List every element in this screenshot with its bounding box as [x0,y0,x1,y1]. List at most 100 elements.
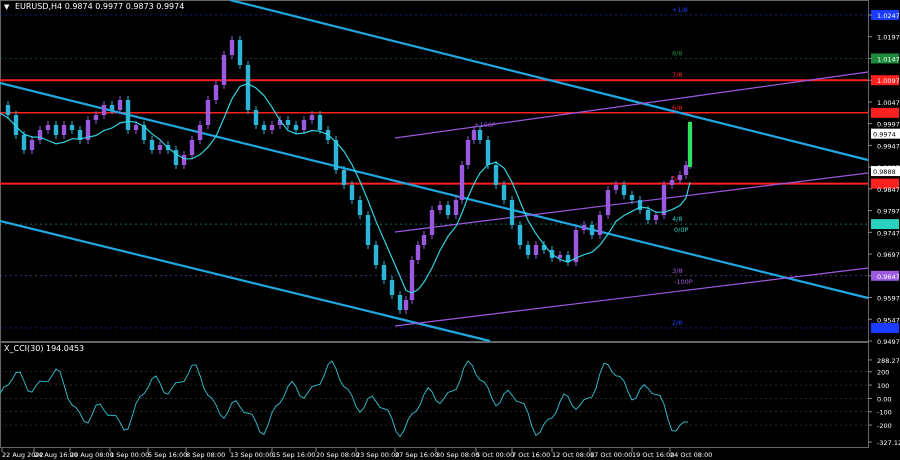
indicator-header: X_CCI(30) 194.0453 [4,344,84,353]
price-tick-label: 0.9947 [877,142,900,150]
price-tick-label: 0.9847 [877,186,900,194]
candle-body [501,185,507,200]
price-tick-label: 1.0247 [877,12,900,20]
candle-body [285,120,291,125]
candle-body [181,155,187,165]
ohlc-values: 0.9874 0.9977 0.9873 0.9974 [64,2,185,11]
candle-body [677,175,683,180]
candle-body [133,125,139,130]
time-tick-label: 1 Sep 00:00 [110,451,149,459]
candle-body [29,140,35,150]
candle-body [69,125,75,130]
channel-label: -100P [674,278,693,286]
candle-body [557,255,563,258]
candle-body [485,140,491,165]
candle-body [309,115,315,120]
candle-body [397,295,403,310]
time-tick-label: 17 Oct 00:00 [590,451,632,459]
candle-body [61,125,67,135]
candle-body [261,125,267,130]
candle-body [605,190,611,215]
candle-body [229,40,235,55]
candle-body [653,215,659,220]
dropdown-arrow-icon[interactable]: ▼ [4,3,9,11]
candle-body [21,135,27,150]
trend-lines: +100P 0/0P -100P [0,0,869,343]
candle-body [117,100,123,110]
candle-body [415,245,421,260]
price-tick-label: 1.0147 [877,55,900,63]
cci-tick-label: 0.00 [877,395,891,403]
candle-body [409,260,415,300]
candle-body [317,115,323,130]
time-tick-label: 30 Sep 08:00 [436,451,479,459]
cci-line [0,360,689,438]
candle-body [517,225,523,245]
level-label: 8/8 [672,49,682,57]
candle-body [429,210,435,235]
cci-tick-label: 288.2764 [877,357,900,365]
candle-body [213,85,219,100]
candle-body [389,280,395,295]
candle-body [493,165,499,185]
last-candle [688,122,692,167]
candle-body [109,105,115,110]
candle-body [381,265,387,280]
level-label: 3/8 [672,267,682,275]
level-tag [871,107,899,118]
time-tick-label: 23 Sep 00:00 [356,451,399,459]
channel-line [394,71,869,139]
symbol-label: EURUSD,H4 [14,2,63,11]
candle-body [477,130,483,140]
price-tick-label: 0.9747 [877,229,900,237]
symbol-header: ▼ EURUSD,H4 0.9874 0.9977 0.9873 0.9974 [4,2,184,11]
cci-panel-frame [0,342,869,448]
candle-body [471,130,477,140]
price-tick-label: 0.9997 [877,121,900,129]
price-tick-label: 1.0047 [877,99,900,107]
price-tick-label: 0.9497 [877,338,900,346]
candle-body [621,185,627,195]
candle-body [645,210,651,220]
candle-body [221,55,227,85]
candle-body [149,140,155,150]
channel-label: +100P [474,121,496,129]
price-tick-label: 0.9597 [877,295,900,303]
candle-body [459,165,465,200]
cci-tick-label: -200 [877,422,892,430]
cci-tick-label: 200 [877,369,889,377]
level-tag [871,322,899,333]
candle-body [597,215,603,235]
candle-body [421,235,427,245]
time-tick-label: 24 Oct 08:00 [670,451,712,459]
cci-indicator [0,360,868,438]
candle-body [93,115,99,120]
axes: 1.0247 1.0197 1.0147 1.0097 1.0047 0.9997 0.99… [1,12,900,459]
candle-body [589,225,595,235]
candle-body [445,205,451,215]
cci-tick-label: -327.1286 [877,439,900,447]
candle-body [341,170,347,185]
level-label: 7/8 [672,71,682,79]
time-tick-label: 8 Sep 08:00 [186,451,225,459]
candle-body [349,185,355,200]
candle-body [509,200,515,225]
time-tick-label: 20 Sep 08:00 [316,451,359,459]
candle-body [237,40,243,65]
channel-line [394,267,869,327]
price-tick-label: 0.9647 [877,273,900,281]
candle-body [453,200,459,215]
candle-body [45,125,51,130]
candle-body [269,125,275,130]
candle-body [465,140,471,165]
price-chart[interactable]: +1/88/87/86/85/84/83/82/8 +100P0/0P-100P… [0,0,900,460]
current-price-tag: 0.9974 [873,131,896,139]
candle-body [629,195,635,200]
candles [5,36,693,314]
candle-body [197,125,203,140]
channel-label: 0/0P [674,226,688,234]
time-tick-label: 27 Sep 16:00 [395,451,438,459]
price-tick-label: 0.9697 [877,251,900,259]
candle-body [125,100,131,130]
level-label: 4/8 [672,215,682,223]
